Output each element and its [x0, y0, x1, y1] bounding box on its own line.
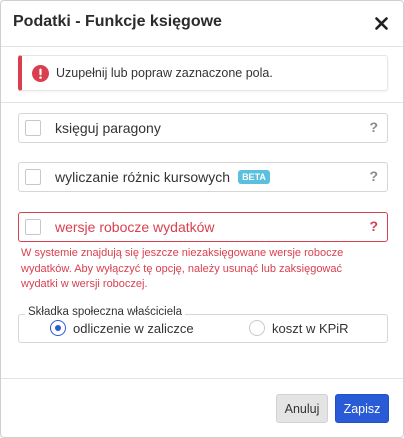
radio-group-legend: Składka społeczna właściciela	[25, 306, 186, 318]
modal-footer: Anuluj Zapisz	[1, 378, 403, 437]
cancel-button[interactable]: Anuluj	[276, 394, 328, 423]
exclamation-circle-icon	[32, 64, 49, 82]
radio-button[interactable]	[249, 320, 265, 336]
wersje-robocze-checkbox[interactable]	[25, 219, 41, 235]
option-wyliczanie-roznic-kursowych[interactable]: wyliczanie różnic kursowych BETA ?	[18, 162, 388, 192]
radio-label: odliczenie w zaliczce	[73, 320, 194, 336]
radio-label: koszt w KPiR	[272, 320, 349, 336]
alert-text: Uzupełnij lub popraw zaznaczone pola.	[56, 66, 273, 80]
field-error-message: W systemie znajdują się jeszcze niezaksi…	[21, 247, 344, 290]
radio-koszt-w-kpir[interactable]: koszt w KPiR	[249, 320, 349, 336]
question-mark-icon[interactable]: ?	[369, 119, 378, 135]
wyliczanie-roznic-checkbox[interactable]	[25, 169, 41, 185]
modal-dialog: Podatki - Funkcje księgowe Uzupełnij lub…	[0, 0, 404, 438]
contribution-radio-group: Składka społeczna właściciela odliczenie…	[18, 306, 388, 343]
section-divider	[1, 102, 403, 103]
question-mark-icon[interactable]: ?	[369, 218, 378, 234]
validation-alert: Uzupełnij lub popraw zaznaczone pola.	[18, 55, 388, 91]
beta-badge: BETA	[238, 170, 270, 184]
option-label: wersje robocze wydatków	[55, 219, 215, 235]
option-label: wyliczanie różnic kursowych	[55, 169, 231, 185]
close-button[interactable]	[369, 9, 393, 37]
question-mark-icon[interactable]: ?	[369, 168, 378, 184]
radio-button[interactable]	[50, 320, 66, 336]
save-button[interactable]: Zapisz	[335, 394, 389, 423]
modal-header: Podatki - Funkcje księgowe	[1, 1, 403, 47]
option-ksieguj-paragony[interactable]: księguj paragony ?	[18, 113, 388, 143]
close-icon	[374, 16, 388, 30]
option-label: księguj paragony	[55, 120, 161, 136]
radio-odliczenie-w-zaliczce[interactable]: odliczenie w zaliczce	[50, 320, 194, 336]
option-wersje-robocze-wydatkow[interactable]: wersje robocze wydatków ?	[18, 212, 388, 242]
modal-title: Podatki - Funkcje księgowe	[13, 13, 222, 30]
ksieguj-paragony-checkbox[interactable]	[25, 120, 41, 136]
